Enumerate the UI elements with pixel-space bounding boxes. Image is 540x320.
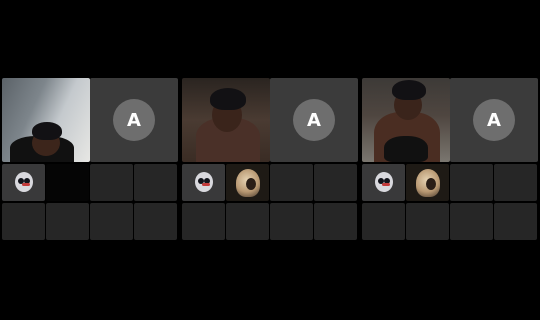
main-video-tile[interactable] [362,78,450,162]
empty-slot [270,203,313,240]
empty-slot [134,203,177,240]
main-video-tile[interactable] [2,78,90,162]
avatar-letter: A [293,99,335,141]
empty-slot [182,203,225,240]
avatar-letter: A [113,99,155,141]
empty-slot [362,203,405,240]
ghost-mouth [22,183,30,186]
blonde-avatar-face [246,178,256,190]
person-top [384,136,428,162]
participant-thumb[interactable] [362,164,405,201]
participant-thumb[interactable] [2,164,45,201]
empty-slot [46,203,89,240]
person-cap [32,122,62,140]
empty-slot [450,164,493,201]
participant-thumb[interactable] [182,164,225,201]
empty-slot [134,164,177,201]
participant-thumb[interactable] [226,164,269,201]
ghost-avatar-icon [375,172,393,192]
avatar-tile[interactable]: A [450,78,538,162]
call-panel-1: A [2,78,178,242]
call-panel-2: A [182,78,358,242]
call-panel-3: A [362,78,538,242]
empty-slot [450,203,493,240]
ghost-mouth [202,183,210,186]
avatar-letter: A [473,99,515,141]
empty-slot [406,203,449,240]
avatar-tile[interactable]: A [270,78,358,162]
empty-slot [314,164,357,201]
ghost-avatar-icon [195,172,213,192]
empty-slot [494,164,537,201]
avatar-tile[interactable]: A [90,78,178,162]
person-cap [392,80,426,100]
empty-slot [90,203,133,240]
empty-slot [494,203,537,240]
ghost-mouth [382,183,390,186]
empty-slot [314,203,357,240]
empty-slot [90,164,133,201]
empty-slot [2,203,45,240]
empty-slot [270,164,313,201]
person-cap [210,88,246,110]
empty-slot [226,203,269,240]
blonde-avatar-face [426,178,436,190]
empty-slot [46,164,89,201]
main-video-tile[interactable] [182,78,270,162]
participant-thumb[interactable] [406,164,449,201]
ghost-avatar-icon [15,172,33,192]
